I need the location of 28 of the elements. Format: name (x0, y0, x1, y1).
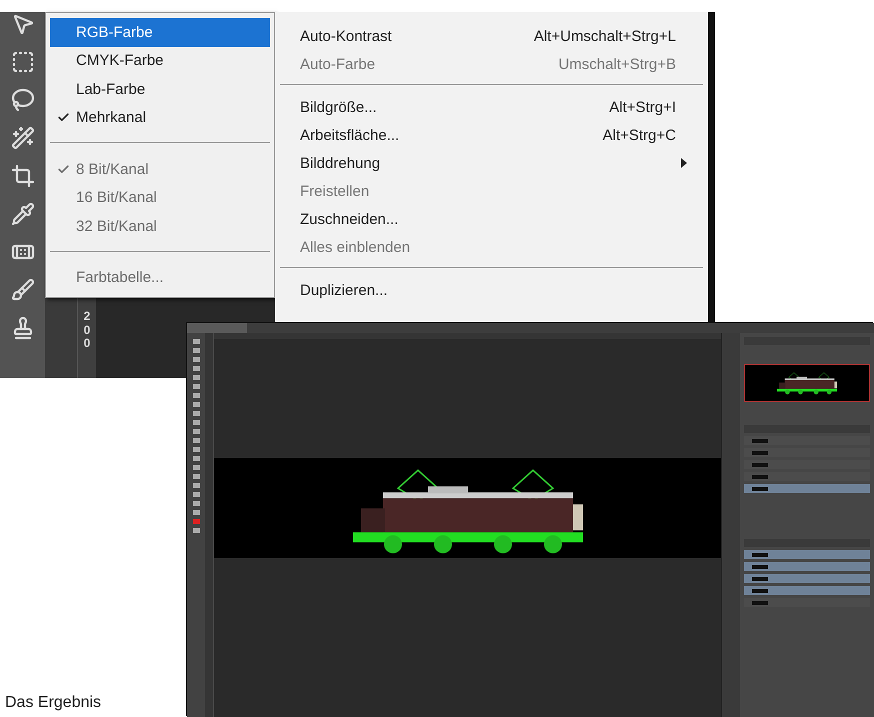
menu-shortcut: Alt+Umschalt+Strg+L (534, 28, 676, 44)
wand-icon[interactable] (10, 126, 34, 150)
ruler-label: 200 (82, 310, 92, 350)
caption: Das Ergebnis (5, 694, 102, 712)
menu-shortcut: Umschalt+Strg+B (558, 56, 676, 72)
menu-item[interactable]: Zuschneiden... (300, 210, 688, 228)
channel-row[interactable] (744, 574, 870, 583)
menu-shortcut: Alt+Strg+C (602, 126, 676, 144)
menu-shortcut: Alt+Strg+I (609, 98, 676, 116)
locomotive-drawing (777, 370, 837, 396)
menu-item[interactable]: Auto-Kontrast (300, 28, 534, 44)
channel-row[interactable] (744, 562, 870, 571)
layer-row[interactable] (744, 484, 870, 493)
menu-item[interactable]: Duplizieren... (300, 282, 688, 298)
eyedropper-icon[interactable] (10, 202, 34, 226)
menu-item[interactable]: CMYK-Farbe (50, 46, 270, 76)
lasso-icon[interactable] (10, 88, 34, 112)
brush-icon[interactable] (10, 278, 34, 302)
menu-item[interactable]: RGB-Farbe (50, 18, 270, 47)
dashed-square-icon[interactable] (10, 50, 34, 74)
menu-item[interactable]: Arbeitsfläche... (300, 126, 603, 144)
menu-item[interactable]: Bildgröße... (300, 98, 610, 116)
channel-row[interactable] (744, 550, 870, 559)
crop-icon[interactable] (10, 164, 34, 188)
menu-item[interactable]: Lab-Farbe (50, 75, 270, 104)
channel-row[interactable] (744, 586, 870, 595)
menu-item[interactable]: Mehrkanal (50, 104, 270, 132)
menu-item[interactable]: Bilddrehung (300, 154, 680, 172)
